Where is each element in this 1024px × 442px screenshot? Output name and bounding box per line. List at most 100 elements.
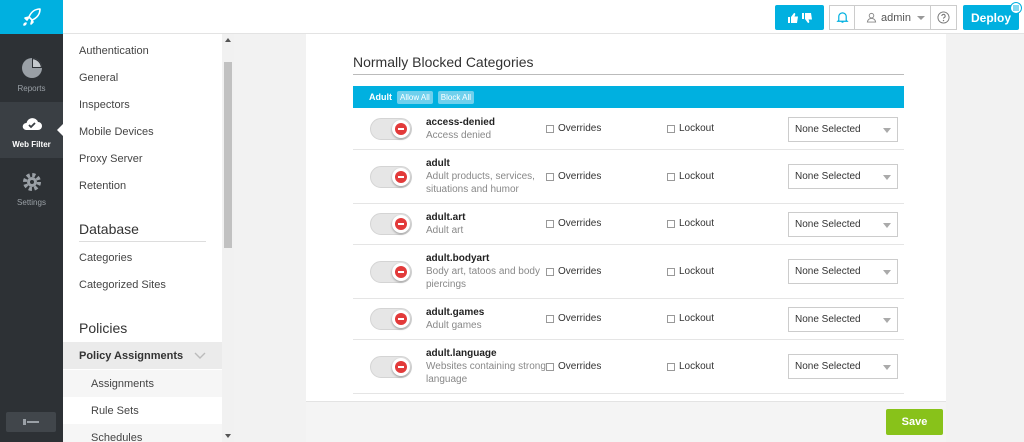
save-button[interactable]: Save — [886, 409, 943, 435]
policies-heading: Policies — [79, 320, 128, 336]
lockout-checkbox[interactable]: Lockout — [667, 123, 714, 134]
block-icon — [392, 310, 410, 328]
sidebar-group-policy-assignments[interactable]: Policy Assignments — [63, 342, 222, 369]
chevron-down-icon — [883, 175, 891, 180]
schedule-select[interactable]: None Selected — [788, 117, 898, 142]
category-description: Adult products, services, situations and… — [426, 171, 535, 195]
category-description: Adult games — [426, 320, 482, 331]
select-value: None Selected — [795, 361, 861, 372]
category-group-header: Adult Allow All Block All — [353, 86, 904, 108]
schedule-select[interactable]: None Selected — [788, 307, 898, 332]
table-row: adult.bodyart Body art, tatoos and body … — [353, 245, 904, 299]
collapse-button[interactable] — [6, 412, 56, 432]
schedule-select[interactable]: None Selected — [788, 164, 898, 189]
category-toggle[interactable] — [370, 261, 412, 283]
app-window: Reports Web Filter Settings admin Deploy… — [0, 0, 1024, 442]
block-icon — [392, 120, 410, 138]
schedule-select[interactable]: None Selected — [788, 354, 898, 379]
sidebar-item-retention[interactable]: Retention — [79, 180, 126, 192]
block-icon — [392, 358, 410, 376]
category-name: adult.bodyart — [426, 253, 490, 264]
overrides-checkbox[interactable]: Overrides — [546, 218, 601, 229]
category-toggle[interactable] — [370, 213, 412, 235]
scroll-up-icon[interactable] — [225, 38, 231, 42]
sidebar-item-authentication[interactable]: Authentication — [79, 45, 149, 57]
lockout-label: Lockout — [679, 266, 715, 277]
category-name: adult — [426, 158, 450, 169]
sidebar-item-rule-sets[interactable]: Rule Sets — [63, 397, 222, 424]
thumbs-up-icon — [787, 12, 798, 23]
select-value: None Selected — [795, 219, 861, 230]
category-toggle[interactable] — [370, 356, 412, 378]
sidebar-item-general[interactable]: General — [79, 72, 118, 84]
deploy-button[interactable]: Deploy — [963, 2, 1022, 30]
lockout-checkbox[interactable]: Lockout — [667, 361, 714, 372]
feedback-button[interactable] — [775, 5, 824, 30]
overrides-checkbox[interactable]: Overrides — [546, 171, 601, 182]
rail-item-web-filter[interactable]: Web Filter — [0, 102, 63, 158]
table-row: adult.games Adult games Overrides Lockou… — [353, 299, 904, 340]
rail-item-label: Web Filter — [12, 139, 51, 149]
sidebar-item-inspectors[interactable]: Inspectors — [79, 99, 130, 111]
sidebar-item-categorized-sites[interactable]: Categorized Sites — [79, 279, 166, 291]
sidebar-scrollbar[interactable] — [222, 34, 234, 442]
chevron-down-icon — [883, 128, 891, 133]
action-footer — [306, 401, 946, 442]
top-bar: admin Deploy — [63, 0, 1024, 34]
overrides-checkbox[interactable]: Overrides — [546, 361, 601, 372]
rocket-icon — [22, 8, 41, 26]
sidebar-item-proxy-server[interactable]: Proxy Server — [79, 153, 143, 165]
rocket-logo[interactable] — [0, 0, 63, 34]
schedule-select[interactable]: None Selected — [788, 259, 898, 284]
sidebar-item-assignments[interactable]: Assignments — [63, 370, 222, 397]
overrides-checkbox[interactable]: Overrides — [546, 266, 601, 277]
sidebar-item-schedules[interactable]: Schedules — [63, 424, 222, 442]
overrides-label: Overrides — [558, 266, 602, 277]
allow-all-button[interactable]: Allow All — [397, 90, 433, 104]
block-all-button[interactable]: Block All — [437, 90, 475, 104]
question-circle-icon — [937, 11, 950, 24]
lockout-checkbox[interactable]: Lockout — [667, 313, 714, 324]
category-description: Websites containing strong language — [426, 361, 546, 385]
divider — [79, 241, 206, 242]
lockout-label: Lockout — [679, 171, 715, 182]
notifications-button[interactable] — [829, 5, 855, 30]
chevron-down-icon — [194, 352, 206, 359]
category-toggle[interactable] — [370, 118, 412, 140]
help-button[interactable] — [930, 5, 957, 30]
overrides-checkbox[interactable]: Overrides — [546, 123, 601, 134]
rail-item-label: Settings — [17, 197, 46, 207]
lockout-checkbox[interactable]: Lockout — [667, 218, 714, 229]
scroll-down-icon[interactable] — [225, 434, 231, 438]
scroll-thumb[interactable] — [224, 62, 232, 248]
sidebar-item-mobile-devices[interactable]: Mobile Devices — [79, 126, 154, 138]
category-name: adult.language — [426, 348, 497, 359]
sidebar-item-categories[interactable]: Categories — [79, 252, 132, 264]
rail-item-label: Reports — [17, 83, 46, 93]
rail-item-reports[interactable]: Reports — [0, 46, 63, 102]
main-panel: Normally Blocked Categories Adult Allow … — [306, 34, 946, 442]
rail-item-settings[interactable]: Settings — [0, 160, 63, 216]
lockout-label: Lockout — [679, 313, 715, 324]
lockout-label: Lockout — [679, 218, 715, 229]
block-icon — [392, 263, 410, 281]
select-value: None Selected — [795, 314, 861, 325]
sidebar-group-label: Policy Assignments — [79, 349, 184, 362]
user-name: admin — [881, 11, 911, 24]
schedule-select[interactable]: None Selected — [788, 212, 898, 237]
collapse-icon — [23, 419, 39, 425]
lockout-label: Lockout — [679, 123, 715, 134]
user-menu[interactable]: admin — [854, 5, 931, 30]
table-row: access-denied Access denied Overrides Lo… — [353, 109, 904, 150]
chevron-down-icon — [883, 223, 891, 228]
overrides-checkbox[interactable]: Overrides — [546, 313, 601, 324]
pie-chart-icon — [21, 57, 42, 78]
category-toggle[interactable] — [370, 166, 412, 188]
select-value: None Selected — [795, 124, 861, 135]
select-value: None Selected — [795, 266, 861, 277]
lockout-checkbox[interactable]: Lockout — [667, 266, 714, 277]
chevron-down-icon — [883, 365, 891, 370]
overrides-label: Overrides — [558, 313, 602, 324]
lockout-checkbox[interactable]: Lockout — [667, 171, 714, 182]
category-toggle[interactable] — [370, 308, 412, 330]
